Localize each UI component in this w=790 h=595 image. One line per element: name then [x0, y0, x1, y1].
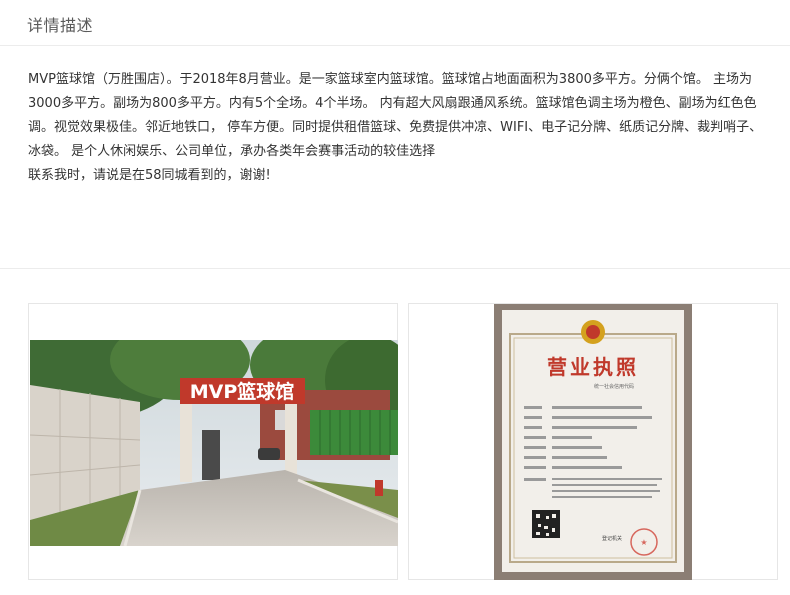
photo-card-license[interactable]: 营业执照 统一社会信用代码 登记机关 ★ [408, 303, 778, 580]
license-credit-code-label: 统一社会信用代码 [594, 383, 634, 390]
description-block: MVP篮球馆（万胜围店）。于2018年8月营业。是一家篮球室内篮球馆。篮球馆占地… [28, 68, 768, 188]
license-title: 营业执照 [547, 355, 639, 379]
contact-note: 联系我时，请说是在58同城看到的，谢谢! [28, 168, 271, 183]
section-divider [0, 268, 790, 269]
business-license-image: 营业执照 统一社会信用代码 登记机关 ★ [494, 304, 692, 580]
business-license-photo[interactable]: 营业执照 统一社会信用代码 登记机关 ★ [494, 304, 692, 580]
venue-entrance-photo[interactable]: MVP篮球馆 [30, 340, 398, 546]
photo-card-venue[interactable]: MVP篮球馆 [28, 303, 398, 580]
license-footer-label: 登记机关 [602, 535, 622, 542]
svg-text:★: ★ [640, 538, 647, 547]
venue-sign-text: MVP篮球馆 [190, 380, 295, 403]
section-title: 详情描述 [27, 16, 94, 35]
description-paragraph: MVP篮球馆（万胜围店）。于2018年8月营业。是一家篮球室内篮球馆。篮球馆占地… [28, 72, 763, 159]
section-header: 详情描述 [0, 0, 790, 46]
venue-entrance-image: MVP篮球馆 [30, 340, 398, 546]
